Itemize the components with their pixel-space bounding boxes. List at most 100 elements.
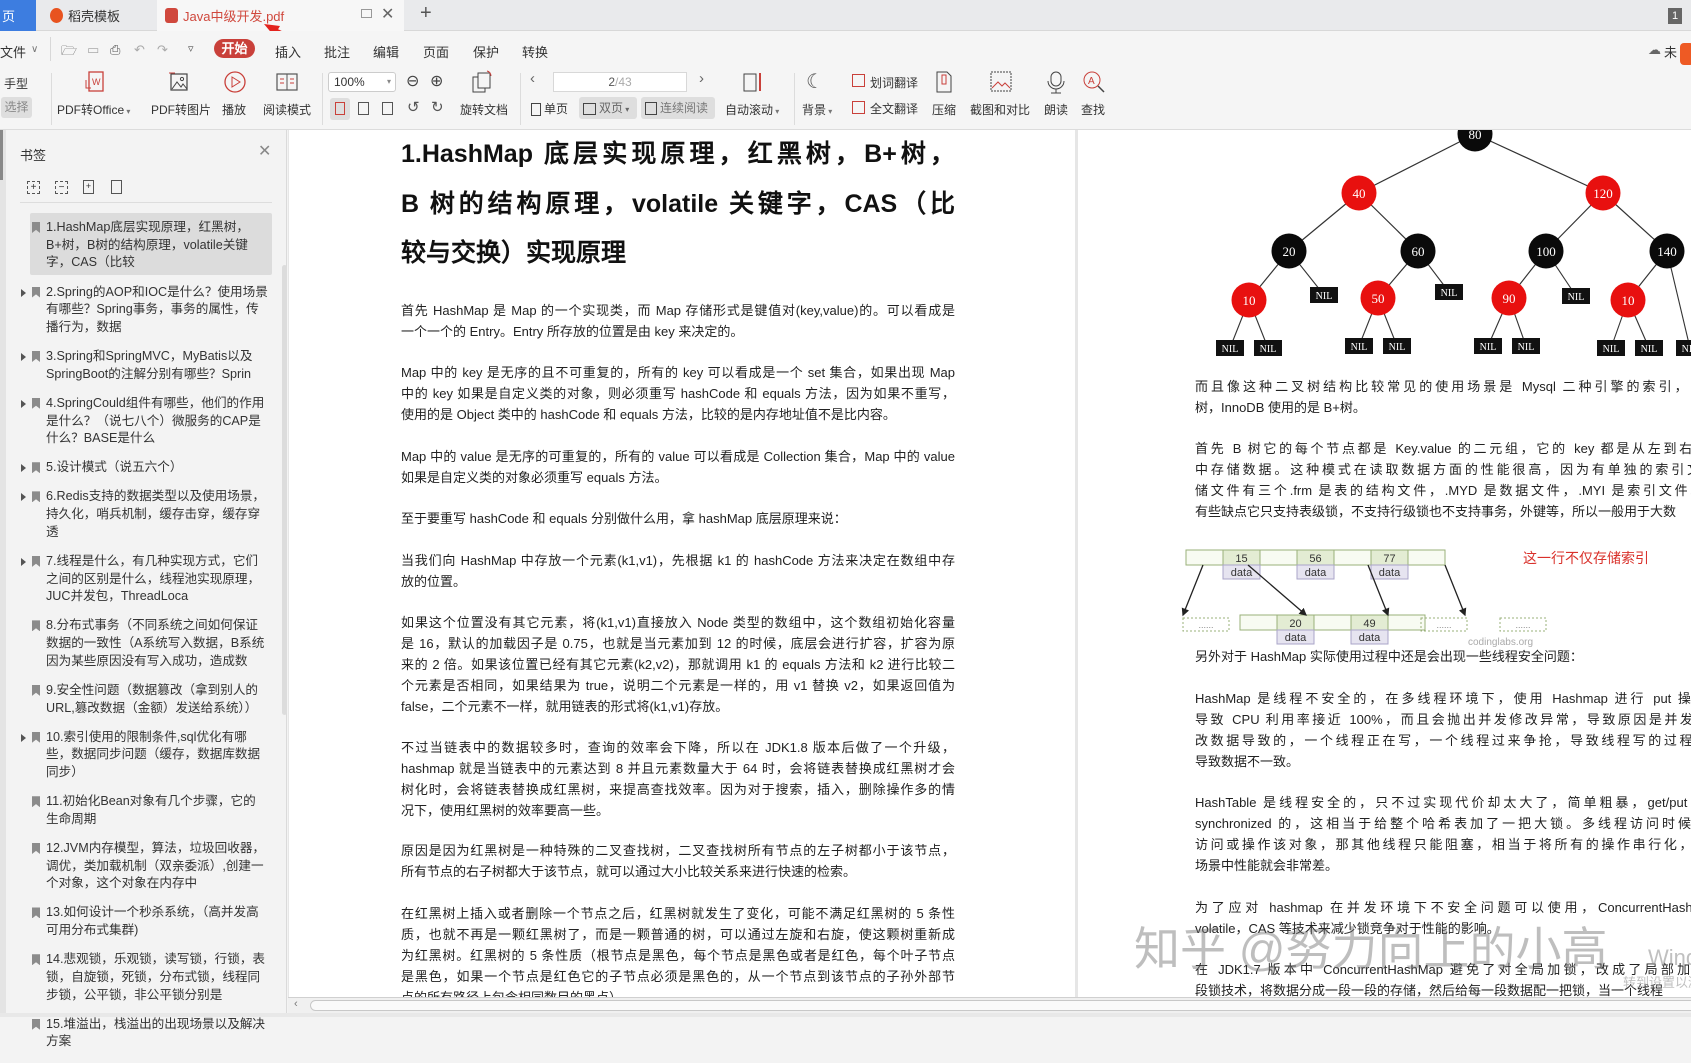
b-tree-diagram: 15 data 56 data 77 data 20 data 49 data..........…: [1181, 549, 1649, 648]
bookmark-flag-icon: [32, 286, 40, 298]
compress-button[interactable]: 压缩: [932, 101, 956, 118]
read-aloud-button[interactable]: 朗读: [1044, 101, 1068, 118]
menu-annotate[interactable]: 批注: [324, 42, 350, 61]
auto-scroll-button[interactable]: 自动滚动 ▾: [725, 101, 779, 118]
ellipsis: ......: [1198, 620, 1213, 630]
menu-file[interactable]: 文件: [0, 42, 26, 61]
read-mode-button[interactable]: 阅读模式: [263, 101, 311, 118]
expand-arrow-icon[interactable]: [21, 733, 26, 742]
chevron-down-icon[interactable]: ∨: [31, 44, 38, 55]
close-tab-icon[interactable]: ✕: [381, 4, 394, 24]
tab-daoke-template[interactable]: 稻壳模板: [38, 0, 151, 31]
cloud-icon[interactable]: ☁: [1648, 42, 1661, 58]
sidebar-item-bookmark[interactable]: 13.如何设计一个秒杀系统，（高并发高可用分布式集群): [30, 904, 268, 939]
zoom-in-icon[interactable]: ⊕: [430, 71, 443, 91]
undo-icon[interactable]: ↶: [134, 42, 145, 58]
expand-arrow-icon[interactable]: [21, 557, 26, 566]
bookmark-label: 14.悲观锁，乐观锁，读写锁，行锁，表锁，自旋锁，死锁，分布式锁，线程同步锁，公…: [46, 952, 266, 1002]
sidebar-item-bookmark[interactable]: 14.悲观锁，乐观锁，读写锁，行锁，表锁，自旋锁，死锁，分布式锁，线程同步锁，公…: [30, 951, 268, 1004]
expand-arrow-icon[interactable]: [21, 464, 26, 473]
bookmark-label: 4.SpringCould组件有哪些，他们的作用是什么？（说七八个）微服务的CA…: [46, 395, 265, 446]
open-folder-icon[interactable]: 🗁: [61, 42, 77, 64]
full-translate-button[interactable]: 全文翻译: [870, 100, 918, 117]
play-icon: [224, 71, 246, 93]
sidebar-item-bookmark[interactable]: 1.HashMap底层实现原理，红黑树，B+树，B树的结构原理，volatile…: [30, 219, 268, 272]
divider: [794, 73, 795, 125]
sidebar-scrollbar[interactable]: [282, 265, 287, 715]
print-icon[interactable]: ⎙: [110, 42, 120, 58]
new-tab-button[interactable]: +: [420, 2, 432, 25]
actual-size-button[interactable]: [330, 98, 350, 120]
sidebar-item-bookmark[interactable]: 10.索引使用的限制条件,sql优化有哪些，数据同步问题（缓存，数据库数据同步）: [21, 729, 268, 782]
expand-all-icon[interactable]: +: [27, 181, 40, 194]
rotate-document-icon: [472, 70, 492, 93]
btree-data-label: data: [1285, 632, 1307, 644]
sidebar-item-bookmark[interactable]: 12.JVM内存模型，算法，垃圾回收器，调优，类加载机制（双亲委派）,创建一个对…: [30, 840, 268, 893]
pin-tab-icon[interactable]: [361, 9, 372, 18]
save-icon[interactable]: ▭: [87, 42, 99, 58]
expand-arrow-icon[interactable]: [21, 399, 26, 408]
menu-convert[interactable]: 转换: [522, 42, 548, 61]
customize-toolbar-icon[interactable]: ▿: [188, 42, 194, 55]
play-button[interactable]: 播放: [222, 101, 246, 118]
sidebar-item-bookmark[interactable]: 9.安全性问题（数据篡改（拿到别人的URL,篡改数据（金额）发送给系统））: [30, 682, 268, 717]
sidebar-item-bookmark[interactable]: 2.Spring的AOP和IOC是什么？使用场景有哪些？Spring事务，事务的…: [21, 284, 268, 337]
expand-arrow-icon[interactable]: [21, 288, 26, 297]
sidebar-item-bookmark[interactable]: 3.Spring和SpringMVC，MyBatis以及SpringBoot的注…: [21, 348, 268, 383]
page-number-input[interactable]: 2/43: [553, 72, 687, 92]
expand-arrow-icon[interactable]: [21, 493, 26, 502]
cloud-status[interactable]: 未: [1664, 42, 1677, 61]
sidebar-item-bookmark[interactable]: 15.堆溢出，栈溢出的出现场景以及解决方案: [30, 1016, 268, 1051]
tree-node-label: 100: [1536, 244, 1556, 259]
menu-start[interactable]: 开始: [214, 39, 255, 58]
rotate-document-button[interactable]: 旋转文档: [460, 101, 508, 118]
sidebar-item-bookmark[interactable]: 4.SpringCould组件有哪些，他们的作用是什么？（说七八个）微服务的CA…: [21, 395, 268, 448]
scroll-left-icon[interactable]: ‹: [294, 998, 298, 1010]
sidebar-item-bookmark[interactable]: 6.Redis支持的数据类型以及使用场景，持久化，哨兵机制，缓存击穿，缓存穿透: [21, 488, 268, 541]
expand-arrow-icon[interactable]: [21, 353, 26, 361]
word-translate-button[interactable]: 划词翻译: [870, 74, 918, 91]
collapse-all-icon[interactable]: −: [55, 181, 68, 194]
menu-edit[interactable]: 编辑: [373, 42, 399, 61]
fit-page-icon[interactable]: [358, 102, 369, 115]
pdf-to-image-button[interactable]: PDF转图片: [151, 101, 211, 118]
sidebar-item-bookmark[interactable]: 11.初始化Bean对象有几个步骤，它的生命周期: [30, 793, 268, 828]
text-line: 改数据导致的，一个线程正在写，一个线程过来争抢，导致线程写的过程被其他线: [1195, 732, 1691, 748]
double-page-button[interactable]: 双页 ▾: [579, 97, 637, 119]
rotate-left-icon[interactable]: ↺: [407, 98, 420, 116]
find-button[interactable]: 查找: [1081, 101, 1105, 118]
add-bookmark-icon[interactable]: +: [83, 180, 94, 194]
sidebar-item-bookmark[interactable]: 5.设计模式（说五六个）: [21, 459, 268, 477]
redo-icon[interactable]: ↷: [157, 42, 168, 58]
continuous-read-button[interactable]: 连续阅读: [641, 97, 715, 119]
select-tool-button[interactable]: 选择: [1, 97, 32, 118]
background-button[interactable]: 背景 ▾: [802, 101, 832, 118]
paragraph: HashMap 是线程不安全的，在多线程环境下，使用 Hashmap 进行 pu…: [1195, 688, 1691, 772]
close-panel-icon[interactable]: ✕: [258, 141, 271, 161]
zoom-out-icon[interactable]: ⊖: [406, 71, 419, 91]
bookmark-icon[interactable]: [111, 180, 122, 194]
tab-home[interactable]: 页: [0, 0, 36, 31]
menu-insert[interactable]: 插入: [275, 42, 301, 61]
divider: [51, 73, 52, 125]
compress-icon: [936, 71, 952, 93]
rotate-right-icon[interactable]: ↻: [431, 98, 444, 116]
text-line: 有些缺点它只支持表级锁，不支持行级锁也不支持事务，外键等，所以一般用于大数: [1195, 503, 1677, 519]
pdf-to-office-button[interactable]: PDF转Office ▾: [57, 101, 130, 118]
hand-tool-button[interactable]: 手型: [4, 75, 28, 92]
side-strip: [0, 130, 6, 1017]
previous-page-button[interactable]: ‹: [530, 70, 535, 87]
btree-key: 56: [1309, 553, 1321, 565]
single-page-button[interactable]: 单页: [531, 100, 568, 117]
screenshot-compare-button[interactable]: 截图和对比: [970, 101, 1030, 118]
horizontal-scrollbar[interactable]: ‹: [288, 997, 1691, 1013]
sidebar-item-bookmark[interactable]: 7.线程是什么，有几种实现方式，它们之间的区别是什么，线程池实现原理，JUC并发…: [21, 553, 268, 606]
scrollbar-thumb[interactable]: [310, 1000, 1691, 1011]
menu-page[interactable]: 页面: [423, 42, 449, 61]
next-page-button[interactable]: ›: [699, 70, 704, 87]
menu-protect[interactable]: 保护: [473, 42, 499, 61]
paragraph: 首先 B 树它的每个节点都是 Key.value 的二元组，它的 key 都是从…: [1195, 438, 1691, 522]
zoom-select[interactable]: 100% ▾: [328, 72, 396, 92]
fit-width-icon[interactable]: [382, 102, 393, 115]
sidebar-item-bookmark[interactable]: 8.分布式事务（不同系统之间如何保证数据的一致性（A系统写入数据，B系统因为某些…: [30, 617, 268, 670]
